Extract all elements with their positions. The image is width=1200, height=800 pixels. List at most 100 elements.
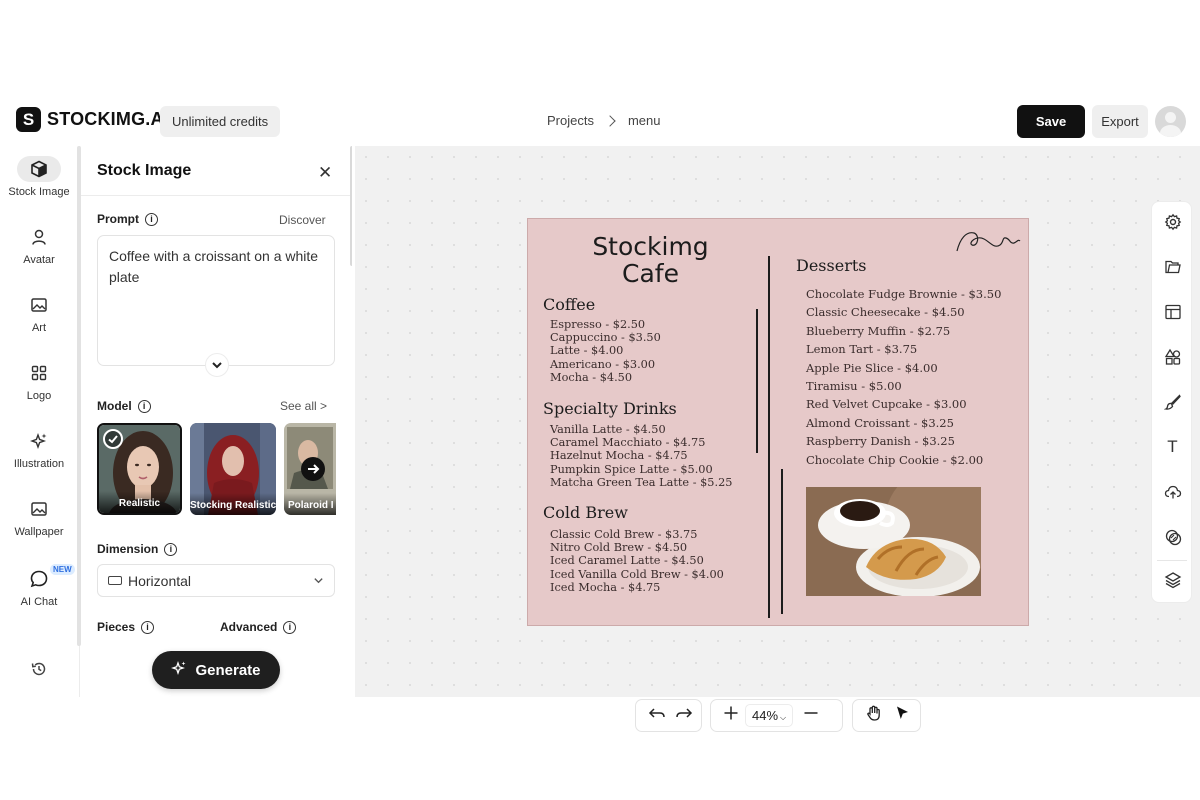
chevron-down-icon bbox=[313, 573, 324, 589]
model-card-stocking-realistic[interactable]: Stocking Realistic bbox=[190, 423, 276, 515]
menu-item: Apple Pie Slice - $4.00 bbox=[806, 360, 938, 375]
stickers-icon[interactable] bbox=[1163, 527, 1182, 546]
model-name: Stocking Realistic bbox=[190, 493, 276, 515]
menu-item: Iced Mocha - $4.75 bbox=[550, 580, 661, 594]
menu-item: Raspberry Danish - $3.25 bbox=[806, 434, 955, 449]
desserts-list: Chocolate Fudge Brownie - $3.50 Classic … bbox=[806, 285, 1001, 469]
avatar[interactable] bbox=[1155, 106, 1186, 137]
close-icon[interactable]: ✕ bbox=[318, 163, 332, 183]
image-icon bbox=[17, 292, 61, 318]
zoom-level[interactable]: 44% ⌵ bbox=[745, 704, 794, 727]
rail-item-avatar[interactable]: Avatar bbox=[0, 224, 78, 266]
prompt-label-text: Prompt bbox=[97, 212, 139, 226]
dimension-select[interactable]: Horizontal bbox=[97, 564, 335, 597]
generate-label: Generate bbox=[195, 661, 261, 679]
export-button[interactable]: Export bbox=[1092, 105, 1148, 138]
chevron-right-icon bbox=[604, 114, 616, 127]
rail-label: Stock Image bbox=[8, 186, 70, 198]
folder-icon[interactable] bbox=[1163, 257, 1182, 276]
rail-label: Avatar bbox=[23, 254, 55, 266]
rail-item-ai-chat[interactable]: NEW AI Chat bbox=[0, 564, 78, 608]
rail-item-wallpaper[interactable]: Wallpaper bbox=[0, 496, 78, 538]
user-icon bbox=[17, 224, 61, 250]
menu-item: Espresso - $2.50 bbox=[550, 318, 646, 331]
text-icon[interactable]: T bbox=[1163, 437, 1182, 456]
rail-item-history[interactable] bbox=[0, 656, 78, 686]
settings-icon[interactable] bbox=[1163, 212, 1182, 231]
logo[interactable]: S STOCKIMG.AI bbox=[16, 107, 169, 132]
shapes-icon[interactable] bbox=[1163, 347, 1182, 366]
menu-document[interactable]: Stockimg Cafe Coffee Espresso - $2.50 Ca… bbox=[527, 218, 1029, 626]
redo-icon[interactable] bbox=[675, 704, 693, 727]
menu-item: Classic Cheesecake - $4.50 bbox=[806, 305, 965, 320]
chevron-down-icon[interactable] bbox=[205, 353, 229, 377]
desserts-heading: Desserts bbox=[796, 256, 867, 275]
save-button[interactable]: Save bbox=[1017, 105, 1085, 138]
info-icon[interactable]: i bbox=[141, 620, 155, 634]
menu-item: Vanilla Latte - $4.50 bbox=[550, 423, 666, 436]
signature-swirl bbox=[956, 232, 1021, 252]
menu-item: Cappuccino - $3.50 bbox=[550, 331, 661, 345]
prompt-input[interactable]: Coffee with a croissant on a white plate bbox=[97, 235, 335, 366]
info-icon[interactable]: i bbox=[137, 399, 151, 413]
hand-icon[interactable] bbox=[865, 704, 883, 727]
menu-item: Lemon Tart - $3.75 bbox=[806, 342, 918, 357]
zoom-out-icon[interactable] bbox=[803, 705, 819, 726]
top-header: S STOCKIMG.AI Unlimited credits Projects… bbox=[0, 97, 1200, 145]
menu-item: Pumpkin Spice Latte - $5.00 bbox=[550, 462, 713, 476]
info-icon[interactable]: i bbox=[283, 620, 297, 634]
breadcrumb: Projects menu bbox=[547, 113, 661, 128]
cursor-icon[interactable] bbox=[893, 704, 911, 727]
arrow-right-icon[interactable] bbox=[301, 457, 325, 481]
menu-item: Latte - $4.00 bbox=[550, 344, 624, 358]
rail-item-logo[interactable]: Logo bbox=[0, 360, 78, 402]
panel-title: Stock Image bbox=[97, 162, 192, 179]
info-icon[interactable]: i bbox=[145, 212, 158, 226]
model-card-realistic[interactable]: Realistic bbox=[97, 423, 182, 515]
menu-item: Nitro Cold Brew - $4.50 bbox=[550, 541, 688, 555]
menu-title-line2: Cafe bbox=[622, 259, 679, 288]
see-all-link[interactable]: See all > bbox=[280, 399, 327, 413]
rail-label: Art bbox=[31, 322, 47, 334]
rail-label: Logo bbox=[26, 390, 52, 402]
model-label-text: Model bbox=[97, 399, 132, 413]
logo-text: STOCKIMG.AI bbox=[47, 109, 169, 129]
layers-icon[interactable] bbox=[1163, 570, 1182, 589]
credits-badge[interactable]: Unlimited credits bbox=[160, 106, 281, 137]
zoom-value: 44% bbox=[752, 708, 779, 723]
app-window: S STOCKIMG.AI Unlimited credits Projects… bbox=[0, 97, 1200, 732]
advanced-label-text: Advanced bbox=[220, 620, 278, 634]
rail-item-art[interactable]: Art bbox=[0, 292, 78, 334]
menu-item: Blueberry Muffin - $2.75 bbox=[806, 323, 951, 338]
rail-item-stock-image[interactable]: Stock Image bbox=[0, 156, 78, 198]
model-name: Realistic bbox=[99, 491, 180, 513]
panel-scrollbar[interactable] bbox=[350, 146, 352, 266]
check-circle-icon bbox=[103, 429, 123, 449]
menu-title: Stockimg Cafe bbox=[578, 233, 723, 287]
menu-item: Matcha Green Tea Latte - $5.25 bbox=[550, 475, 733, 489]
coffee-list: Espresso - $2.50 Cappuccino - $3.50 Latt… bbox=[550, 318, 661, 384]
design-canvas[interactable]: Stockimg Cafe Coffee Espresso - $2.50 Ca… bbox=[355, 146, 1200, 732]
pieces-label: Pieces i bbox=[97, 620, 155, 634]
rail-item-illustration[interactable]: Illustration bbox=[0, 428, 78, 470]
menu-item: Chocolate Fudge Brownie - $3.50 bbox=[806, 287, 1002, 301]
info-icon[interactable]: i bbox=[164, 542, 178, 556]
model-card-polaroid[interactable]: Polaroid I bbox=[284, 423, 336, 515]
menu-item: Hazelnut Mocha - $4.75 bbox=[550, 449, 688, 463]
history-icon bbox=[17, 656, 61, 682]
brush-icon[interactable] bbox=[1163, 392, 1182, 411]
menu-item: Iced Vanilla Cold Brew - $4.00 bbox=[550, 567, 724, 581]
upload-cloud-icon[interactable] bbox=[1163, 482, 1182, 501]
generate-button[interactable]: Generate bbox=[152, 651, 280, 689]
breadcrumb-current[interactable]: menu bbox=[628, 113, 661, 128]
cold-brew-heading: Cold Brew bbox=[543, 503, 628, 522]
dimension-label-text: Dimension bbox=[97, 542, 159, 556]
prompt-label: Prompt i bbox=[97, 212, 158, 226]
discover-link[interactable]: Discover bbox=[279, 213, 326, 227]
undo-icon[interactable] bbox=[648, 704, 666, 727]
divider-line bbox=[756, 309, 758, 453]
zoom-toolbar: 44% ⌵ bbox=[710, 699, 843, 732]
layout-icon[interactable] bbox=[1163, 302, 1182, 321]
zoom-in-icon[interactable] bbox=[723, 705, 739, 726]
breadcrumb-projects[interactable]: Projects bbox=[547, 113, 594, 128]
